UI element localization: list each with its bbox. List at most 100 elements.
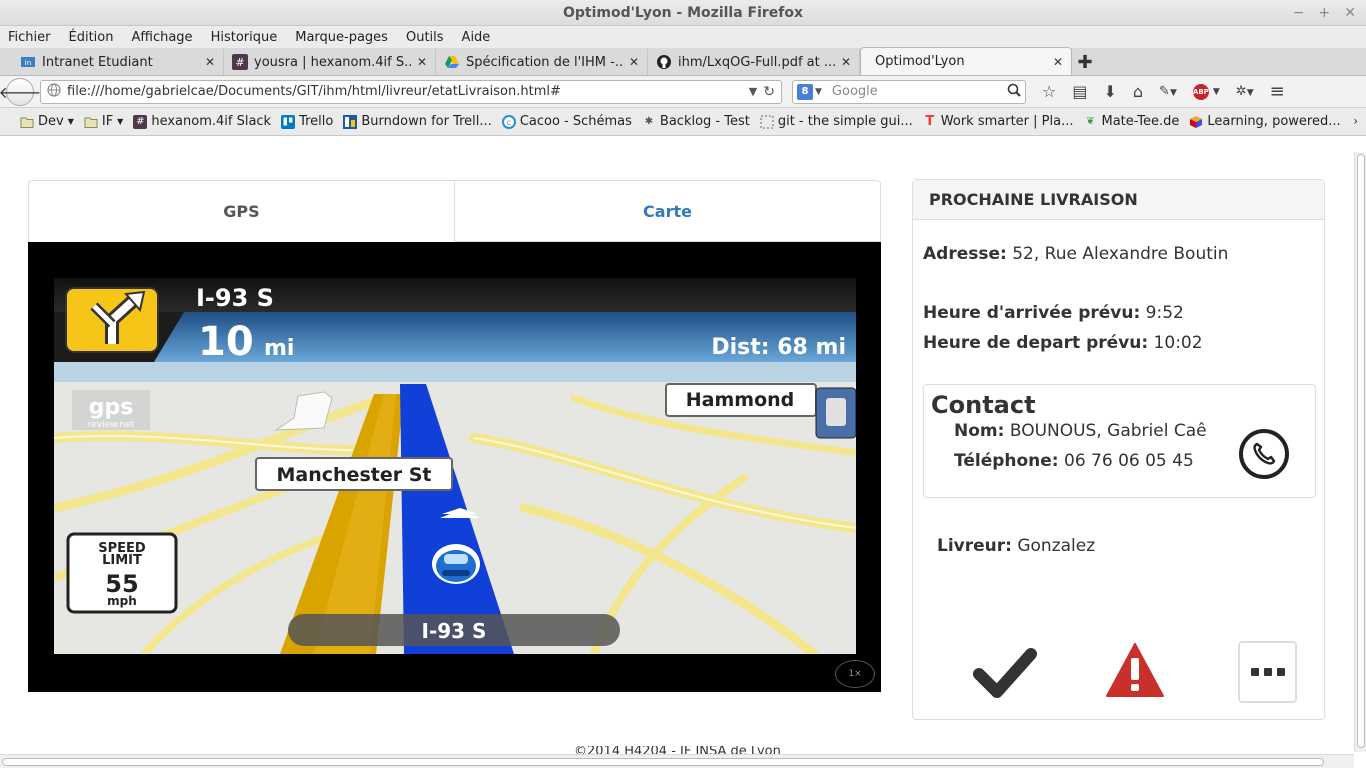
bookmark-work-smarter[interactable]: T Work smarter | Pla...	[923, 114, 1073, 129]
arrival-label: Heure d'arrivée prévu:	[923, 303, 1141, 323]
slack-icon: #	[133, 114, 148, 129]
minimize-button[interactable]: −	[1293, 0, 1305, 26]
gps-distance-total: Dist: 68 mi	[711, 335, 846, 360]
window-title: Optimod'Lyon - Mozilla Firefox	[562, 5, 804, 21]
browser-tab-bar: in Intranet Etudiant ✕ # yousra | hexano…	[0, 47, 1366, 76]
more-options-button[interactable]	[1238, 641, 1297, 703]
back-button[interactable]: 🡐	[0, 77, 41, 106]
phone-value: 06 76 06 05 45	[1058, 451, 1194, 471]
t-logo-icon: T	[925, 114, 935, 129]
history-dropdown-icon[interactable]: ▼	[749, 85, 757, 98]
menu-aide[interactable]: Aide	[462, 30, 491, 45]
bookmark-star-icon[interactable]: ☆	[1042, 82, 1056, 101]
browser-tab-github[interactable]: ihm/LxqOG-Full.pdf at ... ✕	[648, 49, 860, 75]
tab-close-icon[interactable]: ✕	[205, 55, 215, 69]
url-text[interactable]: file:///home/gabrielcae/Documents/GIT/ih…	[67, 84, 743, 99]
scrollbar-thumb[interactable]	[1357, 154, 1365, 748]
tab-title: Optimod'Lyon	[875, 54, 965, 69]
maximize-button[interactable]: +	[1319, 0, 1331, 26]
close-window-button[interactable]: ✕	[1344, 0, 1356, 26]
tab-close-icon[interactable]: ✕	[1053, 55, 1063, 69]
tab-close-icon[interactable]: ✕	[841, 55, 851, 69]
address-line: Adresse: 52, Rue Alexandre Boutin	[923, 244, 1228, 264]
phone-label: Téléphone:	[954, 451, 1059, 471]
menu-outils[interactable]: Outils	[406, 30, 444, 45]
adblock-dropdown-icon[interactable]: ▼	[1213, 87, 1220, 97]
github-icon	[656, 54, 672, 70]
bookmark-label: IF	[101, 114, 114, 129]
bookmark-learning[interactable]: Learning, powered...	[1189, 114, 1341, 129]
extension-icon[interactable]: ✲▼	[1236, 84, 1254, 99]
tab-title: Intranet Etudiant	[42, 54, 153, 70]
google-drive-icon	[444, 54, 460, 70]
dotted-square-icon	[760, 115, 774, 129]
browser-tab-optimod[interactable]: Optimod'Lyon ✕	[860, 47, 1072, 75]
menu-affichage[interactable]: Affichage	[131, 30, 192, 45]
map-label-hammond: Hammond	[686, 389, 795, 411]
bug-icon: ✱	[644, 116, 654, 127]
report-problem-button[interactable]	[1105, 640, 1165, 700]
bookmark-label: Dev	[38, 114, 64, 129]
vertical-scrollbar[interactable]	[1354, 152, 1366, 752]
google-engine-icon[interactable]: 8	[797, 83, 813, 100]
scrollbar-thumb[interactable]	[2, 758, 1324, 766]
bookmark-trello[interactable]: Trello	[281, 114, 333, 129]
download-icon[interactable]: ⬇	[1103, 82, 1116, 101]
bookmark-label: Burndown for Trell...	[361, 114, 492, 129]
arrow-left-icon: 🡐	[0, 82, 42, 102]
zoom-indicator[interactable]: 1×	[835, 660, 875, 688]
bookmark-label: hexanom.4if Slack	[151, 114, 272, 129]
bookmark-slack[interactable]: # hexanom.4if Slack	[133, 114, 271, 129]
pipette-icon[interactable]: ✎▼	[1159, 84, 1177, 99]
adblock-icon[interactable]: ABP	[1192, 83, 1209, 100]
call-button[interactable]	[1239, 429, 1289, 479]
bookmark-backlog[interactable]: ✱ Backlog - Test	[642, 114, 750, 129]
window-titlebar: Optimod'Lyon - Mozilla Firefox − + ✕	[0, 0, 1366, 26]
delivery-panel: PROCHAINE LIVRAISON Adresse: 52, Rue Ale…	[912, 179, 1325, 720]
browser-tab-intranet[interactable]: in Intranet Etudiant ✕	[12, 49, 224, 75]
departure-value: 10:02	[1148, 333, 1203, 353]
reading-list-icon[interactable]: ▤	[1072, 82, 1087, 101]
tab-carte[interactable]: Carte	[455, 180, 881, 242]
bookmark-label: Mate-Tee.de	[1101, 114, 1180, 129]
search-bar[interactable]: 8 ▼ Google	[792, 79, 1026, 104]
bookmark-burndown[interactable]: Burndown for Trell...	[343, 114, 492, 129]
insa-icon: in	[20, 54, 36, 70]
courier-label: Livreur:	[937, 536, 1012, 556]
browser-tab-slack[interactable]: # yousra | hexanom.4if S... ✕	[224, 49, 436, 75]
horizontal-scrollbar[interactable]	[0, 754, 1354, 768]
tab-close-icon[interactable]: ✕	[629, 55, 639, 69]
folder-icon	[20, 115, 34, 129]
map-label-manchester: Manchester St	[277, 464, 432, 486]
menu-fichier[interactable]: Fichier	[8, 30, 51, 45]
bookmarks-bar: Dev ▼ IF ▼ # hexanom.4if Slack Trello Bu…	[0, 108, 1366, 136]
contact-card: Contact Nom: BOUNOUS, Gabriel Caê Téléph…	[923, 384, 1316, 498]
bookmark-git[interactable]: git - the simple gui...	[760, 114, 913, 129]
menu-edition[interactable]: Édition	[69, 30, 114, 45]
tab-close-icon[interactable]: ✕	[417, 55, 427, 69]
bookmark-folder-dev[interactable]: Dev ▼	[20, 114, 74, 129]
new-tab-button[interactable]: ✚	[1072, 49, 1098, 75]
browser-tab-drive[interactable]: Spécification de l'IHM -... ✕	[436, 49, 648, 75]
warning-icon	[1106, 643, 1164, 697]
hamburger-menu-icon[interactable]: ≡	[1270, 81, 1285, 102]
search-input[interactable]: Google	[832, 84, 1007, 99]
checkmark-icon	[973, 648, 1037, 698]
tab-gps[interactable]: GPS	[28, 180, 455, 242]
bookmark-cacoo[interactable]: c Cacoo - Schémas	[501, 114, 632, 129]
chevron-right-icon[interactable]: ›	[1353, 114, 1358, 128]
magnifier-icon[interactable]	[1007, 83, 1021, 101]
watermark-text: review.net	[88, 420, 135, 430]
trello-icon	[281, 114, 296, 129]
home-icon[interactable]: ⌂	[1133, 82, 1143, 101]
bookmark-folder-if[interactable]: IF ▼	[84, 114, 123, 129]
tab-title: Spécification de l'IHM -...	[466, 54, 623, 70]
bookmark-mate-tee[interactable]: ❦ Mate-Tee.de	[1083, 114, 1179, 129]
reload-icon[interactable]: ↻	[763, 84, 775, 100]
validate-delivery-button[interactable]	[973, 640, 1037, 704]
menu-marque-pages[interactable]: Marque-pages	[295, 30, 388, 45]
page-viewport: GPS Carte I-93 S 10 mi Dist: 68 mi gps r…	[0, 152, 1366, 768]
menu-historique[interactable]: Historique	[211, 30, 278, 45]
engine-dropdown-icon[interactable]: ▼	[815, 87, 822, 97]
url-bar[interactable]: file:///home/gabrielcae/Documents/GIT/ih…	[40, 79, 782, 104]
